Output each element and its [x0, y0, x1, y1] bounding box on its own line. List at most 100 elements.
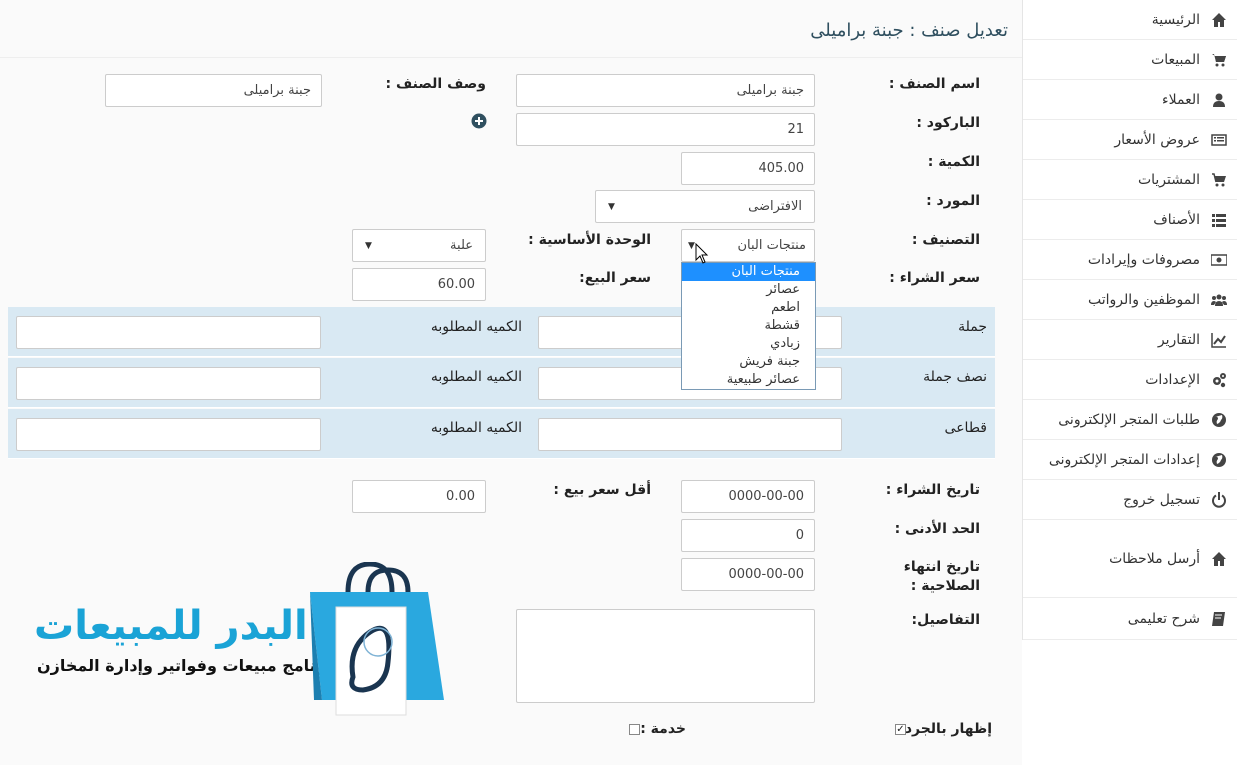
quantity-input[interactable]: [681, 152, 815, 185]
category-selected-value: منتجات البان: [737, 238, 806, 253]
sidebar-item-feedback[interactable]: أرسل ملاحظات: [1023, 520, 1237, 598]
expiry-date-input[interactable]: [681, 558, 815, 591]
dropdown-option[interactable]: عصائر: [682, 281, 815, 299]
sidebar-item-purchases[interactable]: المشتريات: [1023, 160, 1237, 200]
chevron-down-icon: ▼: [688, 240, 695, 251]
min-limit-label: الحد الأدنى :: [894, 521, 980, 537]
sidebar-item-label: طلبات المتجر الإلكترونى: [1058, 411, 1200, 428]
main-content: تعديل صنف : جبنة براميلى اسم الصنف : وصف…: [0, 0, 1022, 765]
base-unit-label: الوحدة الأساسية :: [528, 232, 651, 248]
sidebar-item-employees[interactable]: الموظفين والرواتب: [1023, 280, 1237, 320]
dropdown-option[interactable]: زبادي: [682, 335, 815, 353]
dropdown-option[interactable]: جبنة فريش: [682, 353, 815, 371]
sidebar-item-label: إعدادات المتجر الإلكترونى: [1048, 451, 1200, 468]
retail-qty-label: الكميه المطلوبه: [430, 420, 522, 436]
sale-price-input[interactable]: [352, 268, 486, 301]
quantity-label: الكمية :: [927, 154, 980, 170]
half-wholesale-qty-input[interactable]: [16, 367, 321, 400]
purchase-price-label: سعر الشراء :: [889, 270, 980, 286]
wholesale-qty-input[interactable]: [16, 316, 321, 349]
band-label-half-wholesale: نصف جملة: [923, 369, 987, 385]
item-name-label: اسم الصنف :: [888, 76, 980, 92]
dropdown-option[interactable]: اطعم: [682, 299, 815, 317]
base-unit-selected-value: علبة: [450, 238, 473, 253]
chart-icon: [1208, 332, 1230, 348]
page-title: تعديل صنف : جبنة براميلى: [810, 20, 1008, 41]
sidebar-item-label: الموظفين والرواتب: [1088, 291, 1200, 308]
dropdown-option[interactable]: منتجات البان: [682, 263, 815, 281]
sidebar-item-store-settings[interactable]: إعدادات المتجر الإلكترونى: [1023, 440, 1237, 480]
cart-icon: [1208, 52, 1230, 68]
wholesale-qty-label: الكميه المطلوبه: [430, 319, 522, 335]
globe-icon: [1208, 452, 1230, 468]
sidebar-item-label: المبيعات: [1151, 51, 1200, 68]
sidebar-item-label: تسجيل خروج: [1123, 491, 1200, 508]
sidebar-item-customers[interactable]: العملاء: [1023, 80, 1237, 120]
item-description-label: وصف الصنف :: [385, 76, 487, 92]
sidebar-item-sales[interactable]: المبيعات: [1023, 40, 1237, 80]
purchase-date-label: تاريخ الشراء :: [885, 482, 980, 498]
sale-price-label: سعر البيع:: [579, 270, 651, 286]
service-label: خدمة :: [640, 721, 686, 737]
dropdown-option[interactable]: عصائر طبيعية: [682, 371, 815, 389]
item-description-input[interactable]: [105, 74, 322, 107]
sidebar-item-logout[interactable]: تسجيل خروج: [1023, 480, 1237, 520]
category-label: التصنيف :: [911, 232, 980, 248]
sidebar-item-store-orders[interactable]: طلبات المتجر الإلكترونى: [1023, 400, 1237, 440]
purchase-date-input[interactable]: [681, 480, 815, 513]
sidebar-item-label: التقارير: [1157, 331, 1200, 348]
show-in-inventory-label: إظهار بالجرد :: [894, 721, 992, 737]
add-barcode-icon[interactable]: [471, 113, 487, 129]
money-icon: [1208, 252, 1230, 268]
mouse-cursor-icon: [695, 243, 709, 264]
retail-price-input[interactable]: [538, 418, 842, 451]
details-textarea[interactable]: [516, 609, 815, 703]
cart-plus-icon: [1208, 172, 1230, 188]
title-divider: [0, 57, 1022, 58]
logo-title: البدر للمبيعات: [34, 603, 308, 649]
sidebar-item-tutorial[interactable]: شرح تعليمى: [1023, 598, 1237, 640]
half-wholesale-qty-label: الكميه المطلوبه: [430, 369, 522, 385]
sidebar-item-quotes[interactable]: عروض الأسعار: [1023, 120, 1237, 160]
sidebar-item-label: أرسل ملاحظات: [1109, 550, 1200, 567]
sidebar-item-home[interactable]: الرئيسية: [1023, 0, 1237, 40]
min-sale-price-input[interactable]: [352, 480, 486, 513]
min-sale-price-label: أقل سعر بيع :: [553, 482, 651, 498]
sidebar-item-label: الرئيسية: [1151, 11, 1200, 28]
supplier-select[interactable]: الافتراضى ▼: [595, 190, 815, 223]
supplier-label: المورد :: [926, 193, 980, 209]
sidebar-item-items[interactable]: الأصناف: [1023, 200, 1237, 240]
list-icon: [1208, 132, 1230, 148]
book-icon: [1208, 611, 1230, 627]
chevron-down-icon: ▼: [365, 240, 372, 251]
shopping-bag-logo-icon: [310, 562, 444, 716]
globe-icon: [1208, 412, 1230, 428]
chevron-down-icon: ▼: [608, 201, 615, 212]
sidebar-item-settings[interactable]: الإعدادات: [1023, 360, 1237, 400]
user-icon: [1208, 92, 1230, 108]
item-name-input[interactable]: [516, 74, 815, 107]
supplier-selected-value: الافتراضى: [748, 199, 802, 214]
retail-qty-input[interactable]: [16, 418, 321, 451]
barcode-input[interactable]: [516, 113, 815, 146]
sidebar-item-label: مصروفات وإيرادات: [1087, 251, 1200, 268]
base-unit-select[interactable]: علبة ▼: [352, 229, 486, 262]
min-limit-input[interactable]: [681, 519, 815, 552]
gears-icon: [1208, 372, 1230, 388]
home-icon: [1208, 551, 1230, 567]
band-label-retail: قطاعى: [944, 420, 987, 436]
show-in-inventory-checkbox[interactable]: ✓: [895, 724, 906, 735]
barcode-label: الباركود :: [916, 115, 980, 131]
logo-subtitle: برنامج مبيعات وفواتير وإدارة المخازن: [37, 656, 332, 675]
users-icon: [1208, 292, 1230, 308]
home-icon: [1208, 12, 1230, 28]
service-checkbox[interactable]: [629, 724, 640, 735]
category-dropdown-list[interactable]: منتجات البان عصائر اطعم قشطة زبادي جبنة …: [681, 262, 816, 390]
sidebar-item-label: العملاء: [1162, 91, 1200, 108]
sidebar-item-expenses[interactable]: مصروفات وإيرادات: [1023, 240, 1237, 280]
sidebar-item-label: الإعدادات: [1145, 371, 1200, 388]
sidebar-item-reports[interactable]: التقارير: [1023, 320, 1237, 360]
dropdown-option[interactable]: قشطة: [682, 317, 815, 335]
sidebar-item-label: شرح تعليمى: [1127, 610, 1200, 627]
bullet-list-icon: [1208, 212, 1230, 228]
